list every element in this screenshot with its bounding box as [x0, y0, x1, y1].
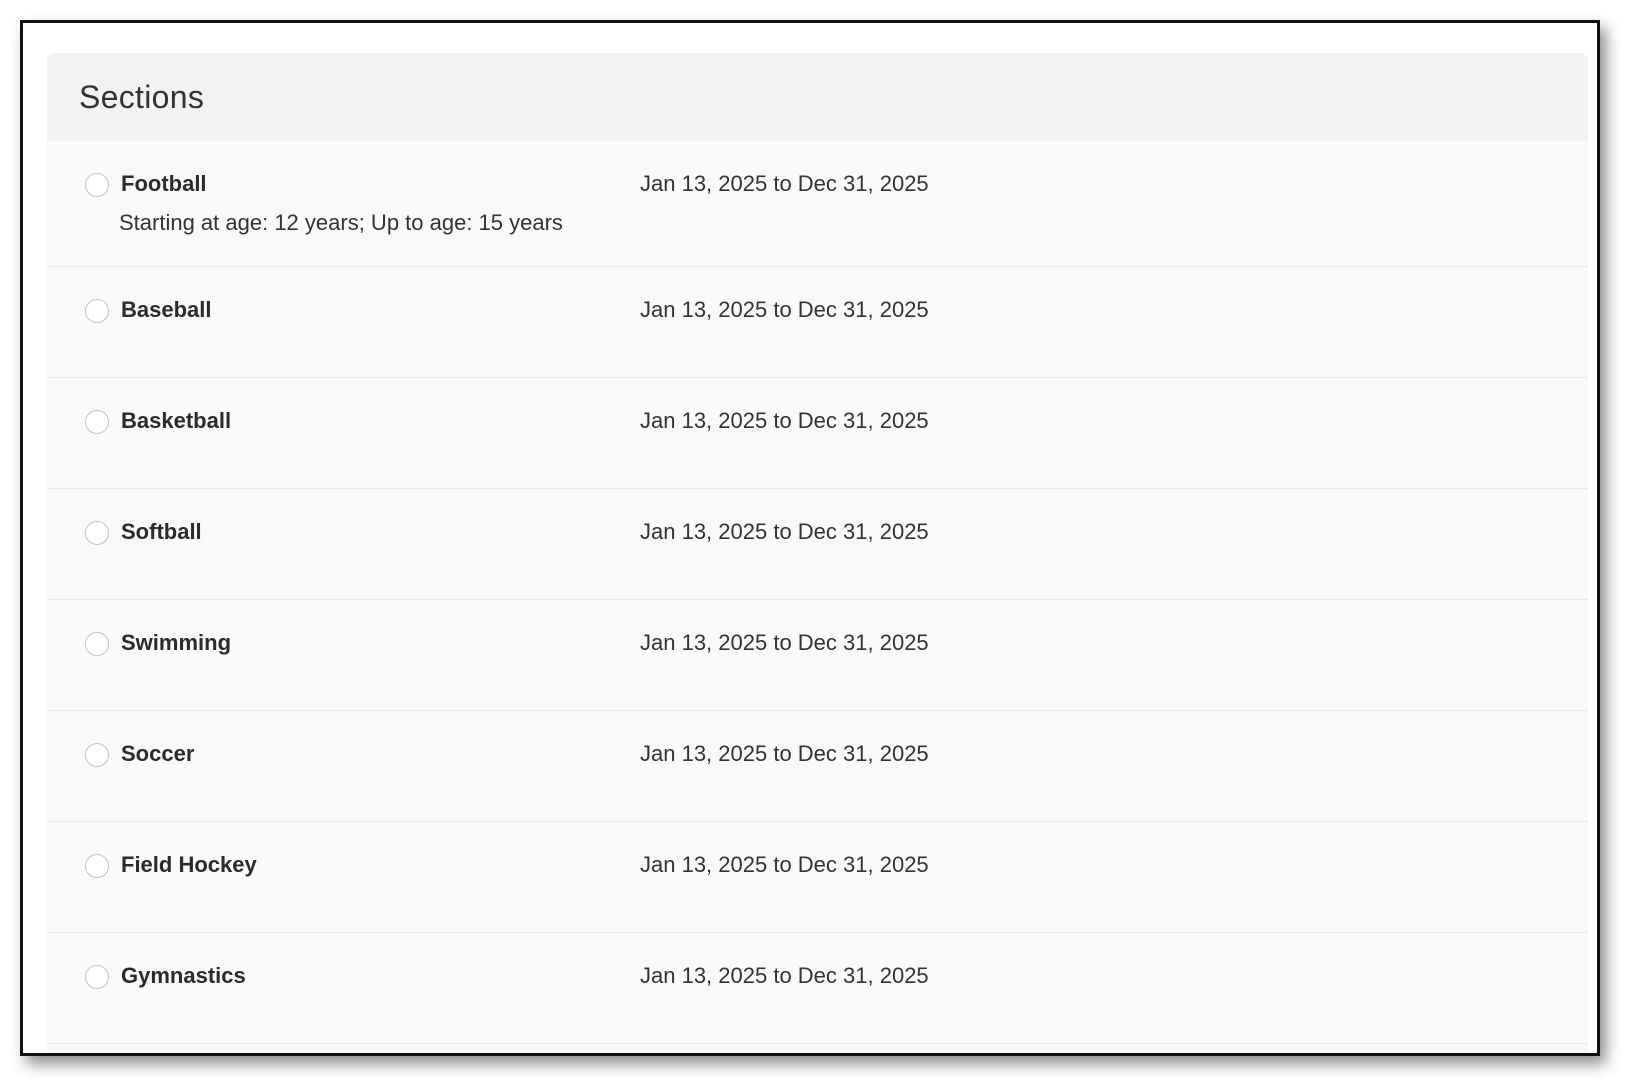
section-dates: Jan 13, 2025 to Dec 31, 2025 — [640, 297, 929, 322]
panel-header: Sections — [47, 53, 1588, 141]
section-row-field-hockey[interactable]: Field Hockey Jan 13, 2025 to Dec 31, 202… — [47, 822, 1588, 933]
radio-button[interactable] — [85, 743, 109, 767]
panel-title: Sections — [79, 78, 205, 115]
section-row-basketball[interactable]: Basketball Jan 13, 2025 to Dec 31, 2025 — [47, 378, 1588, 489]
section-dates: Jan 13, 2025 to Dec 31, 2025 — [640, 963, 929, 988]
sections-list: Football Jan 13, 2025 to Dec 31, 2025 St… — [47, 141, 1588, 1044]
section-name[interactable]: Swimming — [121, 630, 231, 656]
radio-button[interactable] — [85, 521, 109, 545]
radio-button[interactable] — [85, 299, 109, 323]
section-dates: Jan 13, 2025 to Dec 31, 2025 — [640, 408, 929, 433]
section-dates: Jan 13, 2025 to Dec 31, 2025 — [640, 852, 929, 877]
radio-button[interactable] — [85, 632, 109, 656]
section-name[interactable]: Basketball — [121, 408, 231, 434]
window-frame: Sections Football Jan 13, 2025 to Dec 31… — [20, 20, 1600, 1056]
section-row-softball[interactable]: Softball Jan 13, 2025 to Dec 31, 2025 — [47, 489, 1588, 600]
section-name[interactable]: Football — [121, 171, 207, 197]
section-row-baseball[interactable]: Baseball Jan 13, 2025 to Dec 31, 2025 — [47, 267, 1588, 378]
section-age-range: Starting at age: 12 years; Up to age: 15… — [119, 210, 563, 235]
section-name[interactable]: Field Hockey — [121, 852, 257, 878]
section-row-soccer[interactable]: Soccer Jan 13, 2025 to Dec 31, 2025 — [47, 711, 1588, 822]
sections-panel: Sections Football Jan 13, 2025 to Dec 31… — [47, 53, 1588, 1053]
section-name[interactable]: Soccer — [121, 741, 194, 767]
section-row-gymnastics[interactable]: Gymnastics Jan 13, 2025 to Dec 31, 2025 — [47, 933, 1588, 1044]
radio-button[interactable] — [85, 965, 109, 989]
section-dates: Jan 13, 2025 to Dec 31, 2025 — [640, 741, 929, 766]
section-name[interactable]: Softball — [121, 519, 202, 545]
section-dates: Jan 13, 2025 to Dec 31, 2025 — [640, 630, 929, 655]
section-row-swimming[interactable]: Swimming Jan 13, 2025 to Dec 31, 2025 — [47, 600, 1588, 711]
radio-button[interactable] — [85, 854, 109, 878]
radio-button[interactable] — [85, 173, 109, 197]
section-row-football[interactable]: Football Jan 13, 2025 to Dec 31, 2025 St… — [47, 141, 1588, 267]
section-name[interactable]: Baseball — [121, 297, 212, 323]
section-dates: Jan 13, 2025 to Dec 31, 2025 — [640, 171, 929, 196]
section-name[interactable]: Gymnastics — [121, 963, 246, 989]
section-dates: Jan 13, 2025 to Dec 31, 2025 — [640, 519, 929, 544]
radio-button[interactable] — [85, 410, 109, 434]
